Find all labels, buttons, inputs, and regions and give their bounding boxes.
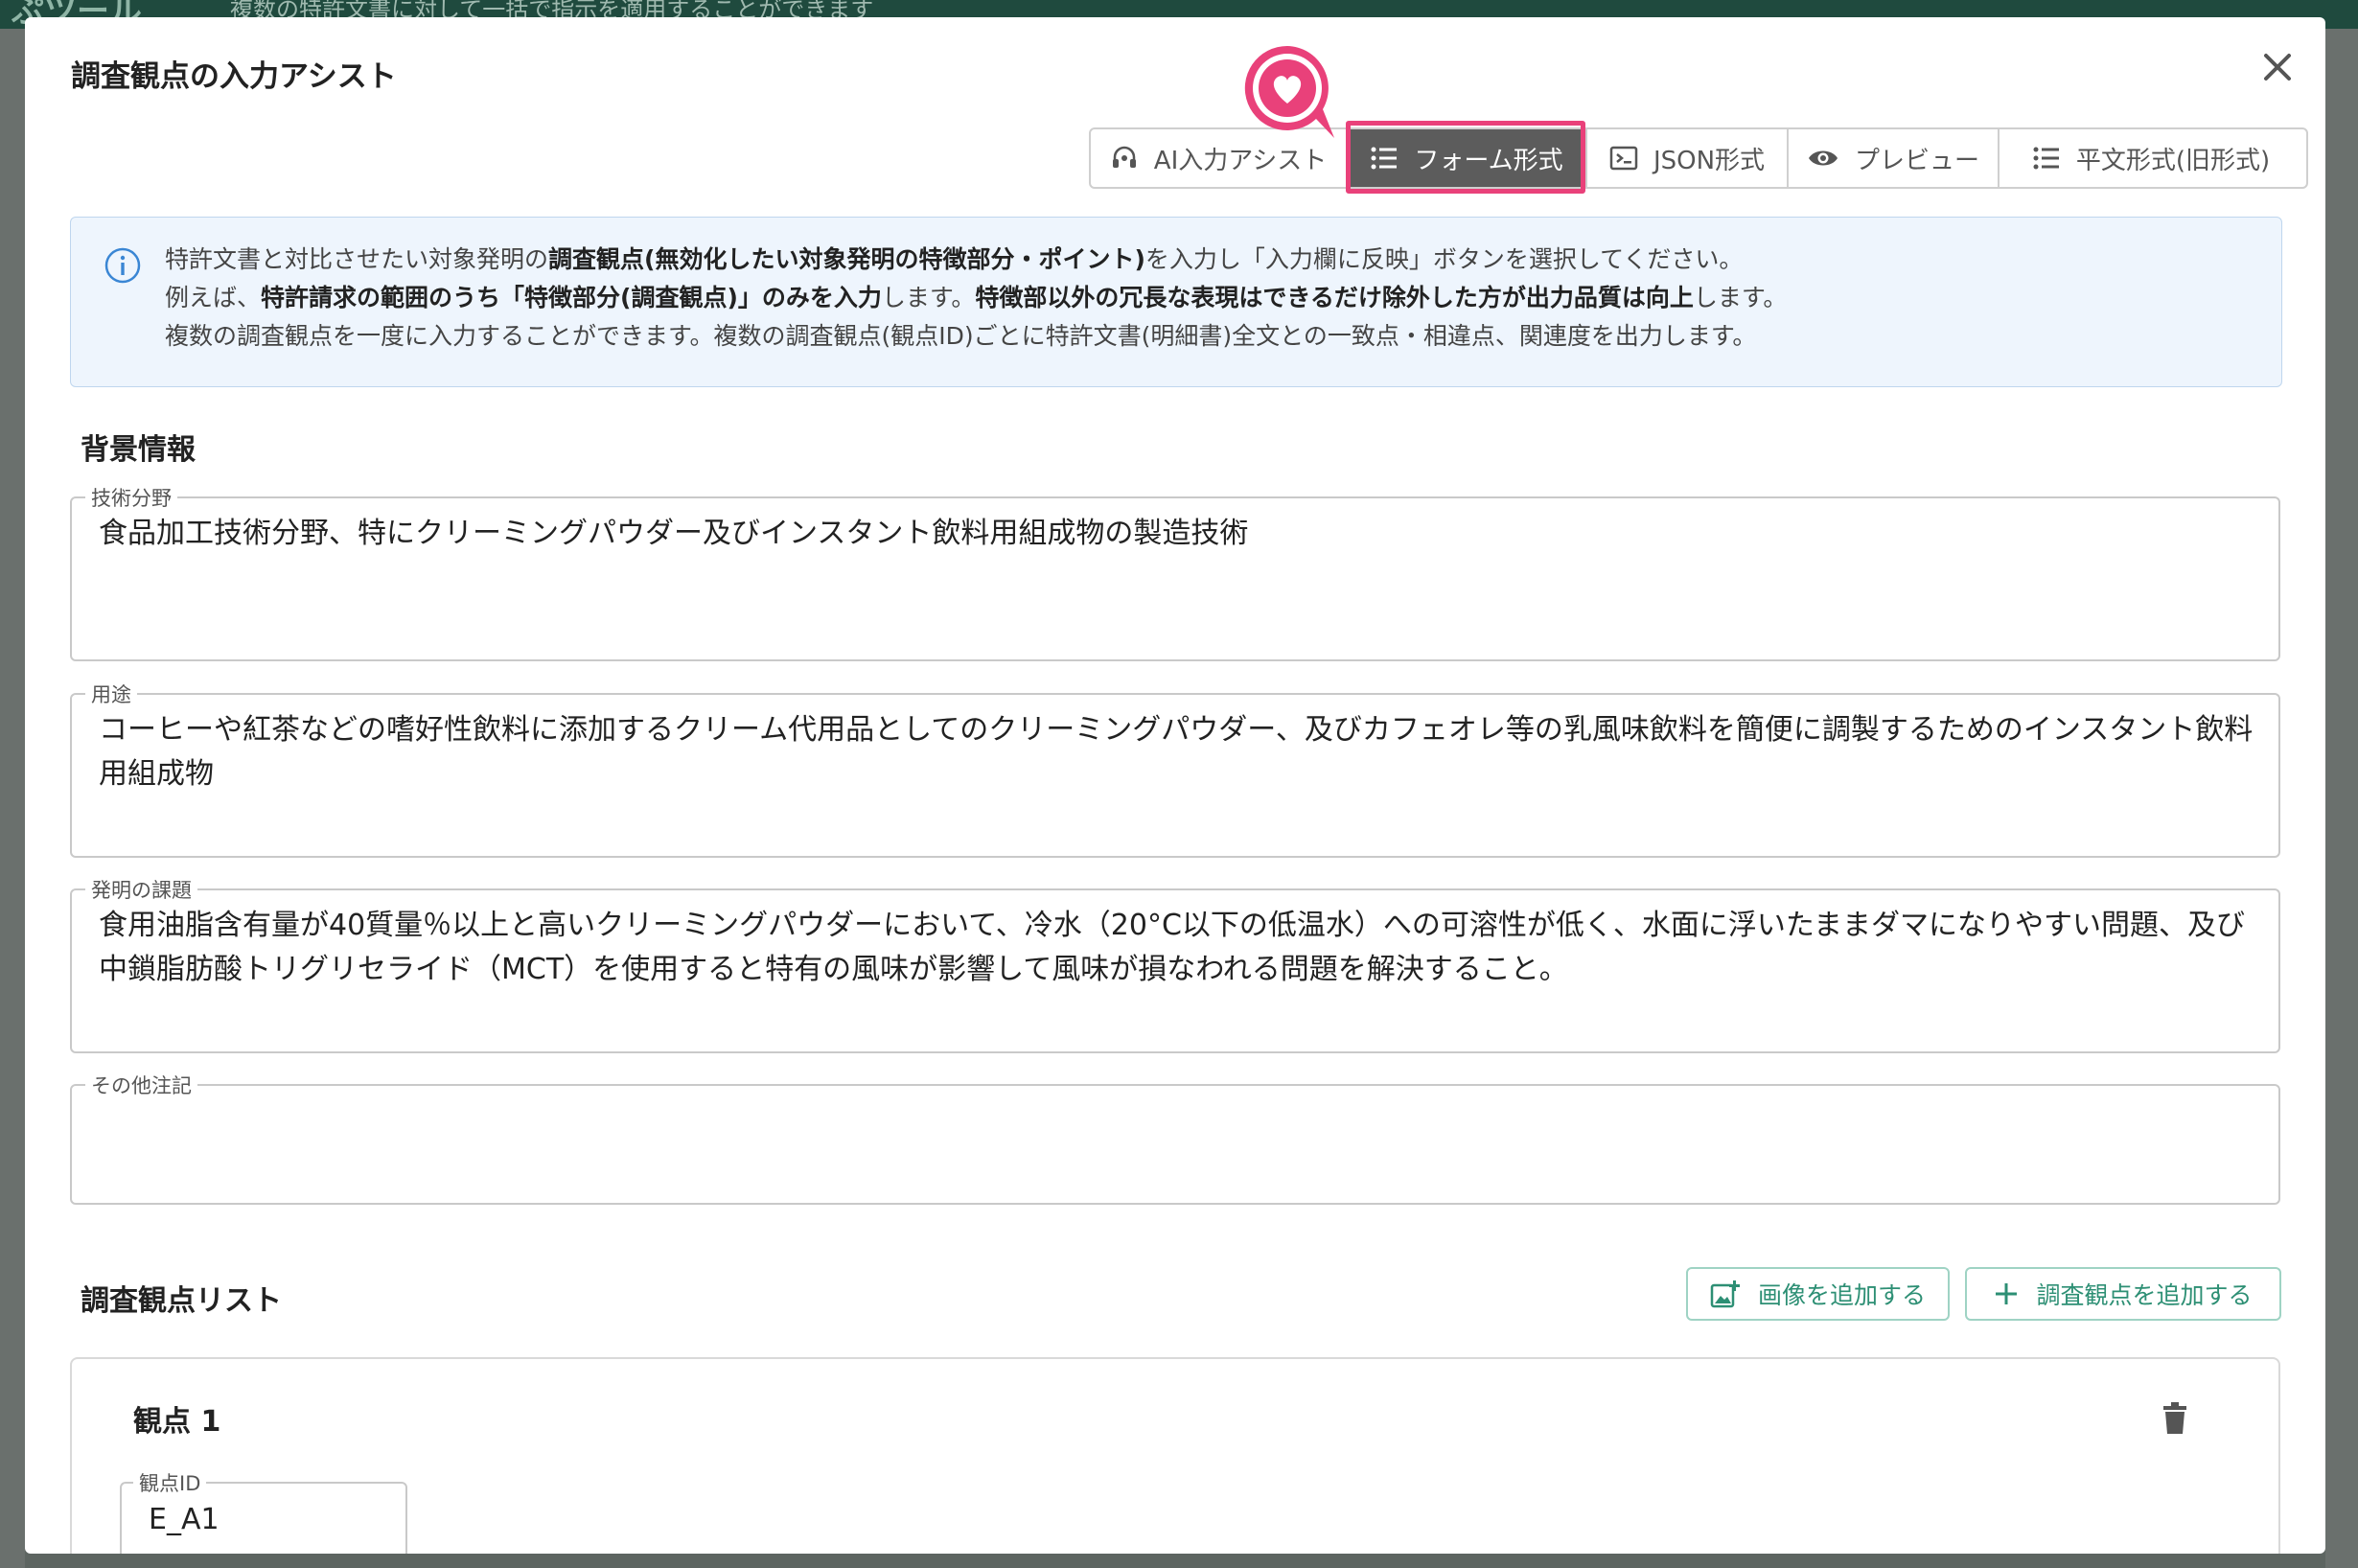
viewpoint-title: 観点 1: [133, 1405, 221, 1439]
info-line-3: 複数の調査観点を一度に入力することができます。複数の調査観点(観点ID)ごとに特…: [165, 322, 1757, 350]
info-text: 特許文書と対比させたい対象発明の調査観点(無効化したい対象発明の特徴部分・ポイン…: [165, 241, 1787, 356]
info-line-1: 特許文書と対比させたい対象発明の調査観点(無効化したい対象発明の特徴部分・ポイン…: [165, 245, 1744, 273]
delete-viewpoint-button[interactable]: [2160, 1401, 2190, 1440]
modal-title: 調査観点の入力アシスト: [71, 59, 397, 94]
add-viewpoint-button[interactable]: 調査観点を追加する: [1965, 1267, 2281, 1321]
tech-field-value: 食品加工技術分野、特にクリーミングパウダー及びインスタント飲料用組成物の製造技術: [99, 517, 1249, 550]
list-icon: [2032, 146, 2061, 171]
close-icon: [2264, 54, 2291, 81]
tab-plain-text[interactable]: 平文形式(旧形式): [2000, 129, 2302, 187]
viewpoints-section-title: 調査観点リスト: [81, 1284, 282, 1318]
tab-label: AI入力アシスト: [1153, 146, 1328, 175]
tab-highlight-frame: [1346, 121, 1585, 194]
problem-input[interactable]: 発明の課題 食用油脂含有量が40質量％以上と高いクリーミングパウダーにおいて、冷…: [70, 875, 2280, 1053]
headset-icon: [1110, 144, 1139, 173]
info-box: 特許文書と対比させたい対象発明の調査観点(無効化したい対象発明の特徴部分・ポイン…: [70, 217, 2282, 387]
problem-value: 食用油脂含有量が40質量％以上と高いクリーミングパウダーにおいて、冷水（20°C…: [99, 909, 2245, 986]
input-assist-modal: 調査観点の入力アシスト AI入力アシスト フォーム形式 JSON形式 プレビュー…: [25, 17, 2325, 1554]
add-image-icon: [1710, 1280, 1741, 1308]
usage-label: 用途: [85, 680, 137, 708]
viewpoint-id-value: E_A1: [149, 1503, 220, 1536]
tab-json[interactable]: JSON形式: [1587, 129, 1789, 187]
usage-input[interactable]: 用途 コーヒーや紅茶などの嗜好性飲料に添加するクリーム代用品としてのクリーミング…: [70, 680, 2280, 858]
problem-label: 発明の課題: [85, 875, 197, 904]
tech-field-input[interactable]: 技術分野 食品加工技術分野、特にクリーミングパウダー及びインスタント飲料用組成物…: [70, 483, 2280, 661]
tab-label: JSON形式: [1653, 146, 1766, 175]
plus-icon: [1994, 1281, 2019, 1306]
trash-icon: [2163, 1402, 2186, 1434]
eye-icon: [1807, 147, 1839, 170]
tab-label: 平文形式(旧形式): [2075, 146, 2271, 175]
background-section-title: 背景情報: [81, 433, 196, 467]
viewpoint-id-input[interactable]: 観点ID E_A1: [120, 1468, 407, 1554]
info-icon: [104, 246, 142, 288]
notes-label: その他注記: [85, 1071, 197, 1099]
terminal-icon: [1609, 146, 1638, 171]
close-button[interactable]: [2254, 44, 2300, 90]
heart-pointer-badge: [1244, 45, 1334, 138]
background-overlay-right: [2325, 29, 2358, 1568]
background-overlay-left: [0, 29, 25, 1568]
add-viewpoint-label: 調査観点を追加する: [2036, 1281, 2253, 1309]
add-image-button[interactable]: 画像を追加する: [1686, 1267, 1950, 1321]
notes-input[interactable]: その他注記: [70, 1071, 2280, 1205]
tab-preview[interactable]: プレビュー: [1789, 129, 2000, 187]
viewpoint-card: 観点 1 観点ID E_A1: [70, 1357, 2280, 1554]
tech-field-label: 技術分野: [85, 483, 177, 512]
tab-label: プレビュー: [1854, 146, 1979, 175]
viewpoint-id-label: 観点ID: [133, 1468, 207, 1497]
add-image-label: 画像を追加する: [1757, 1281, 1926, 1309]
usage-value: コーヒーや紅茶などの嗜好性飲料に添加するクリーム代用品としてのクリーミングパウダ…: [99, 713, 2254, 791]
info-line-2: 例えば、特許請求の範囲のうち「特徴部分(調査観点)」のみを入力します。特徴部以外…: [165, 284, 1788, 311]
